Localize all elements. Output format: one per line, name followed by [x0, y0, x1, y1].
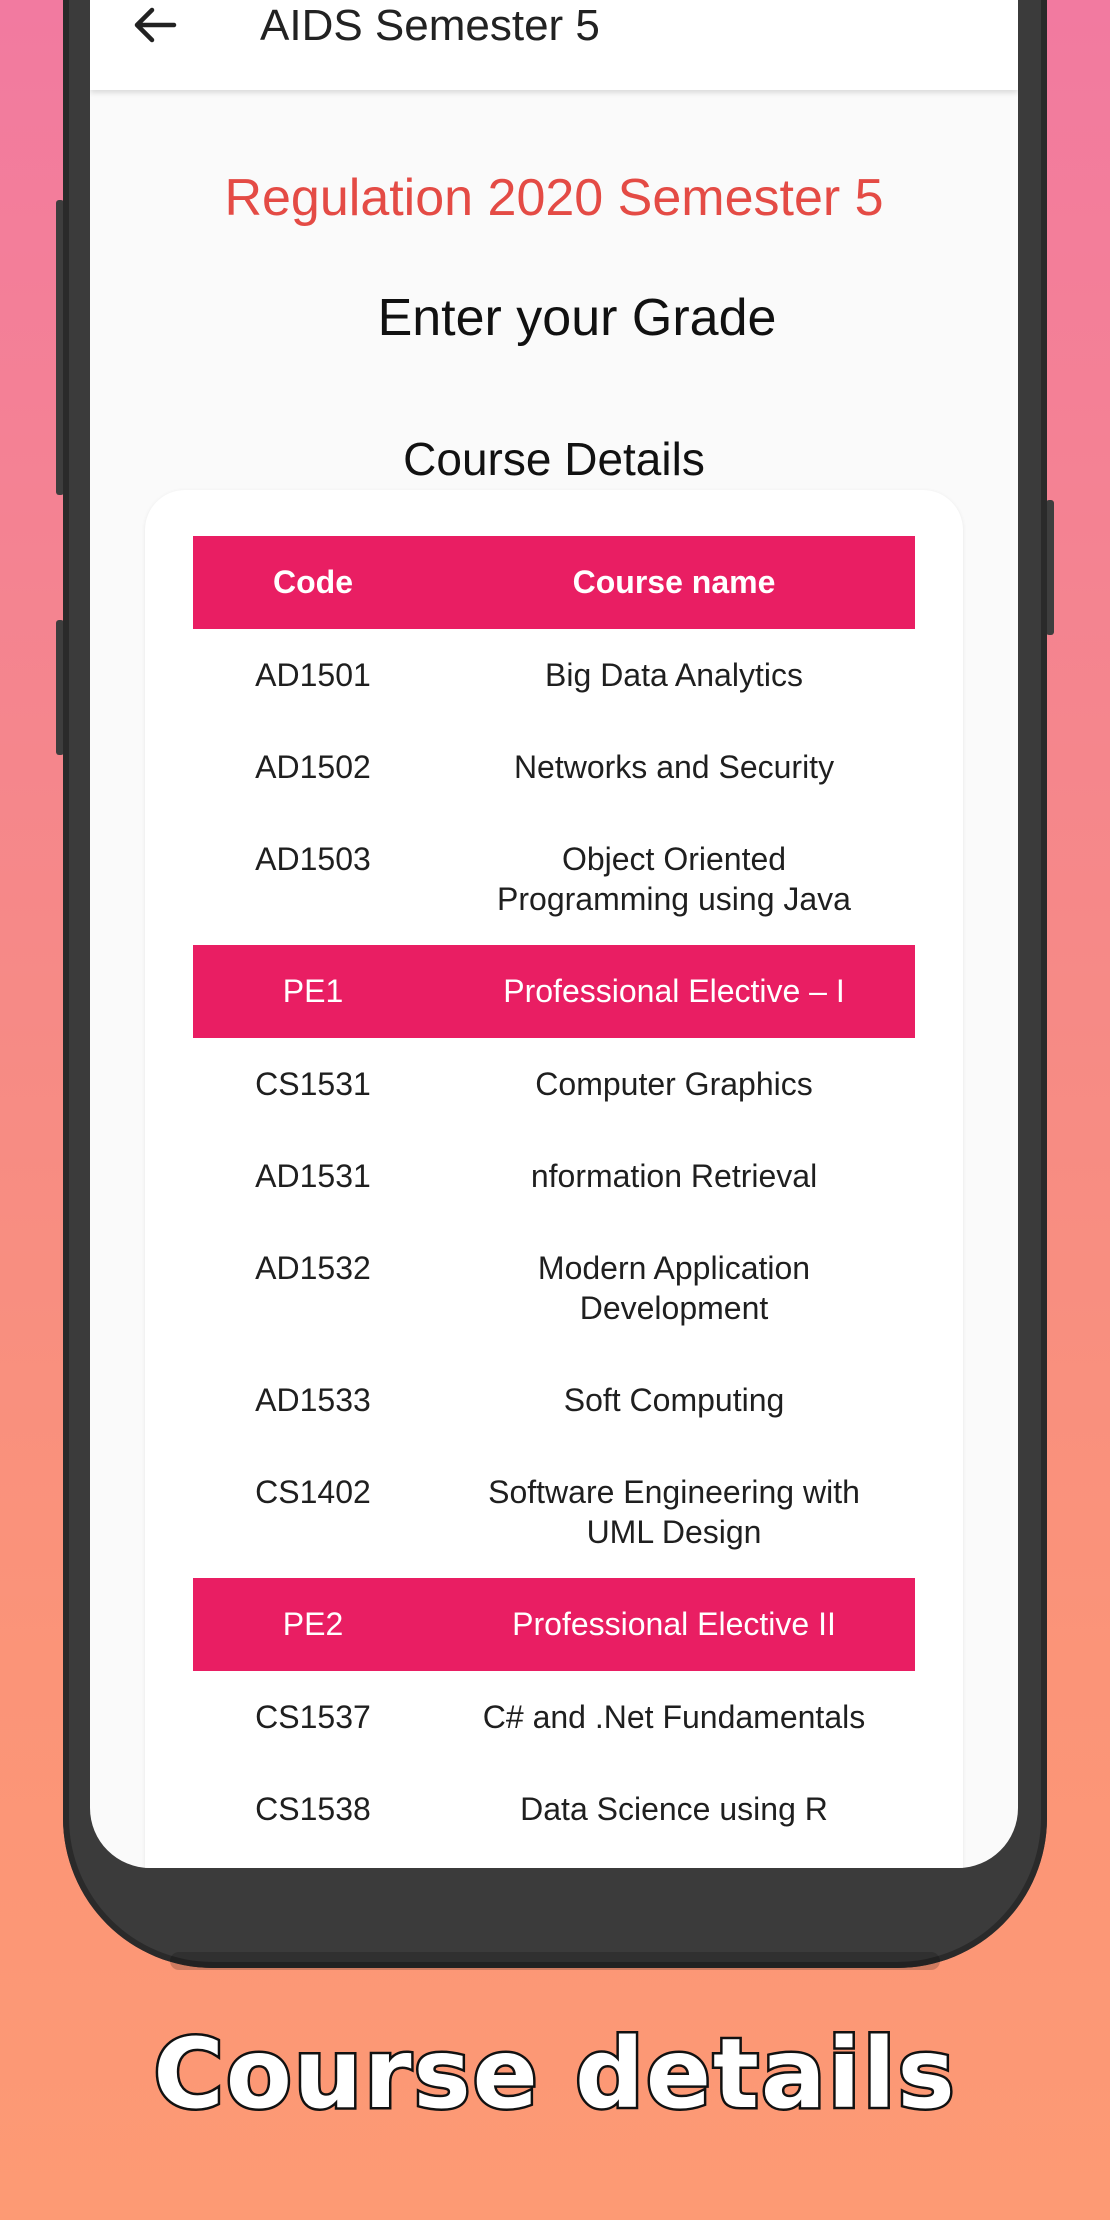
- elective-header-row-pe2: PE2 Professional Elective II: [193, 1578, 915, 1671]
- course-name: Big Data Analytics: [545, 657, 803, 693]
- table-row: AD1501 Big Data Analytics: [193, 629, 915, 721]
- app-bar: AIDS Semester 5: [90, 0, 1018, 90]
- table-row: CS1538 Data Science using R: [193, 1763, 915, 1855]
- course-code: CS1402: [255, 1474, 371, 1510]
- table-row: CS1402 Software Engineering with UML Des…: [193, 1446, 915, 1578]
- course-code: AD1503: [255, 841, 371, 877]
- course-table: Code Course name AD1501 Big Data Analyti…: [193, 536, 915, 1855]
- elective-header-row-pe1: PE1 Professional Elective – I: [193, 945, 915, 1038]
- header-code: Code: [273, 564, 353, 600]
- table-row: AD1502 Networks and Security: [193, 721, 915, 813]
- course-code: AD1531: [255, 1158, 371, 1194]
- phone-power-button: [1046, 500, 1054, 635]
- course-name: Object Oriented Programming using Java: [497, 841, 851, 917]
- course-code: CS1531: [255, 1066, 371, 1102]
- course-details-title: Course Details: [403, 433, 705, 485]
- course-code: AD1532: [255, 1250, 371, 1286]
- app-title: AIDS Semester 5: [260, 1, 600, 50]
- course-name: nformation Retrieval: [530, 1158, 818, 1194]
- course-code: CS1538: [255, 1791, 371, 1827]
- course-name: Computer Graphics: [535, 1066, 813, 1102]
- course-code: AD1501: [255, 657, 371, 693]
- table-row: CS1537 C# and .Net Fundamentals: [193, 1671, 915, 1763]
- table-row: CS1531 Computer Graphics: [193, 1038, 915, 1130]
- table-row: AD1533 Soft Computing: [193, 1354, 915, 1446]
- elective-name: Professional Elective II: [512, 1606, 836, 1642]
- course-name: Data Science using R: [520, 1791, 828, 1827]
- course-name: Soft Computing: [563, 1382, 785, 1418]
- elective-code: PE2: [282, 1606, 344, 1642]
- phone-shadow: [170, 1952, 940, 1970]
- course-code: CS1537: [255, 1699, 371, 1735]
- elective-code: PE1: [282, 973, 344, 1009]
- elective-name: Professional Elective – I: [503, 973, 845, 1009]
- regulation-heading: Regulation 2020 Semester 5: [224, 169, 884, 227]
- table-row: AD1531 nformation Retrieval: [193, 1130, 915, 1222]
- course-code: AD1502: [255, 749, 371, 785]
- table-row: AD1532 Modern Application Development: [193, 1222, 915, 1354]
- course-name: C# and .Net Fundamentals: [482, 1699, 866, 1735]
- course-code: AD1533: [255, 1382, 371, 1418]
- enter-grade-heading: Enter your Grade: [377, 289, 777, 347]
- promo-caption: Course details: [151, 2016, 957, 2133]
- table-header-row: Code Course name: [193, 536, 915, 629]
- course-name: Modern Application Development: [537, 1250, 811, 1326]
- course-name: Networks and Security: [513, 749, 835, 785]
- course-card: Code Course name AD1501 Big Data Analyti…: [145, 490, 963, 1868]
- table-row: AD1503 Object Oriented Programming using…: [193, 813, 915, 945]
- header-course-name: Course name: [572, 564, 776, 600]
- arrow-left-icon[interactable]: [130, 0, 180, 50]
- course-name: Software Engineering with UML Design: [488, 1474, 860, 1550]
- phone-screen: AIDS Semester 5 Regulation 2020 Semester…: [90, 0, 1018, 1868]
